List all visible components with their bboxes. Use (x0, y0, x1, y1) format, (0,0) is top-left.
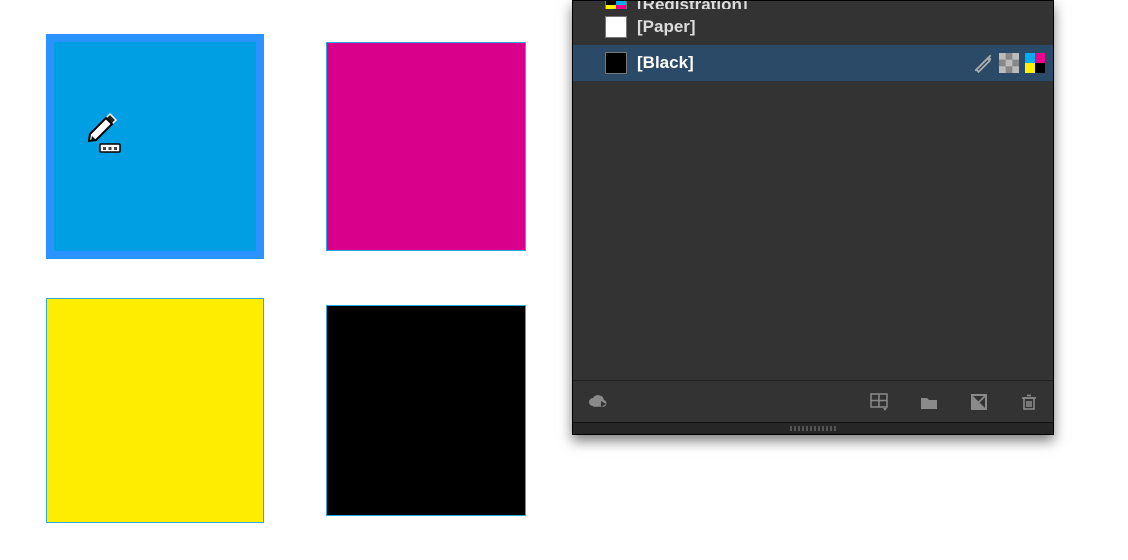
swatches-list: [Registration] [Paper] [Black] (573, 1, 1053, 380)
grip-dots-icon (790, 426, 836, 431)
canvas-swatch-magenta[interactable] (326, 42, 526, 251)
swatches-panel: [Registration] [Paper] [Black] (572, 0, 1054, 435)
new-group-icon[interactable] (917, 390, 941, 414)
no-edit-icon (973, 53, 993, 73)
canvas-swatch-cyan[interactable] (46, 34, 264, 259)
cc-library-icon[interactable] (585, 390, 609, 414)
swatches-empty-area (573, 81, 1053, 380)
swatches-panel-footer (573, 380, 1053, 422)
transparency-icon (999, 53, 1019, 73)
new-swatch-icon[interactable] (967, 390, 991, 414)
swatch-row-registration[interactable]: [Registration] (573, 1, 1053, 9)
swatch-chip-icon (605, 52, 627, 74)
cmyk-mode-icon (1025, 53, 1045, 73)
panel-resize-grip[interactable] (573, 422, 1053, 434)
swatch-label: [Registration] (637, 1, 1045, 9)
swatch-chip-icon (605, 1, 627, 9)
swatch-row-black[interactable]: [Black] (573, 45, 1053, 81)
swatch-label: [Paper] (637, 17, 1035, 37)
canvas-swatch-yellow[interactable] (46, 298, 264, 523)
swatch-label: [Black] (637, 53, 963, 73)
swatch-row-paper[interactable]: [Paper] (573, 9, 1053, 45)
canvas-swatch-black[interactable] (326, 305, 526, 516)
grid-view-icon[interactable] (867, 390, 891, 414)
delete-icon[interactable] (1017, 390, 1041, 414)
swatch-chip-icon (605, 16, 627, 38)
